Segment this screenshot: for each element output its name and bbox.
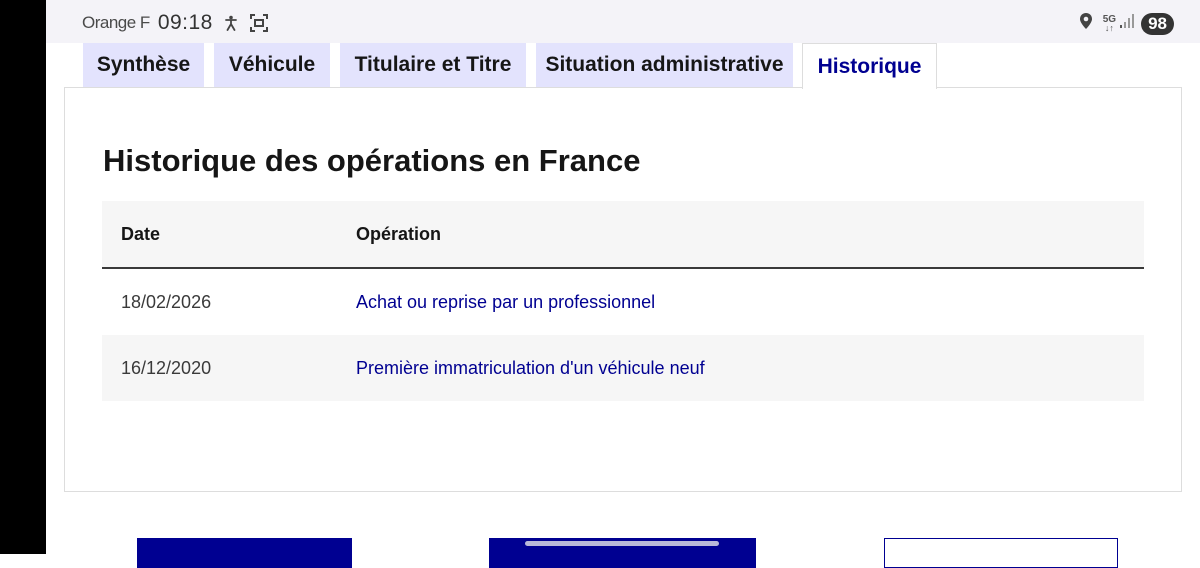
bottom-button-primary-center[interactable] [489,538,756,568]
signal-bars-icon [1119,13,1135,34]
row-operation: Achat ou reprise par un professionnel [356,291,656,312]
screenshot-icon [249,13,269,33]
tab-historique[interactable]: Historique [802,43,937,89]
bottom-button-primary-left[interactable] [137,538,352,568]
carrier-name: Orange F [82,13,150,32]
left-edge [0,0,46,554]
tab-vehicule[interactable]: Véhicule [214,43,330,87]
row-operation: Première immatriculation d'un véhicule n… [356,357,705,378]
accessibility-icon [224,15,237,31]
column-header-date: Date [121,223,161,244]
gesture-handle [525,541,719,546]
table-row: 16/12/2020 Première immatriculation d'un… [102,335,1144,401]
historique-panel: Historique des opérations en France Date… [64,87,1182,492]
tab-situation-administrative[interactable]: Situation administrative [536,43,793,87]
clock: 09:18 [157,11,213,34]
status-bar: Orange F 09:18 5G ↓↑ 98 [46,0,1200,43]
column-header-operation: Opération [356,223,442,244]
bottom-button-secondary[interactable] [884,538,1118,568]
panel-title: Historique des opérations en France [103,143,641,178]
table-row: 18/02/2026 Achat ou reprise par un profe… [102,269,1144,335]
table-header: Date Opération [102,201,1144,269]
battery-indicator: 98 [1141,12,1174,35]
row-date: 18/02/2026 [121,291,212,312]
tab-synthese[interactable]: Synthèse [83,43,204,87]
network-type: 5G ↓↑ [1102,13,1117,33]
row-date: 16/12/2020 [121,357,212,378]
location-pin-icon [1079,12,1093,35]
operations-table: Date Opération 18/02/2026 Achat ou repri… [102,201,1144,401]
tab-titulaire-et-titre[interactable]: Titulaire et Titre [340,43,526,87]
